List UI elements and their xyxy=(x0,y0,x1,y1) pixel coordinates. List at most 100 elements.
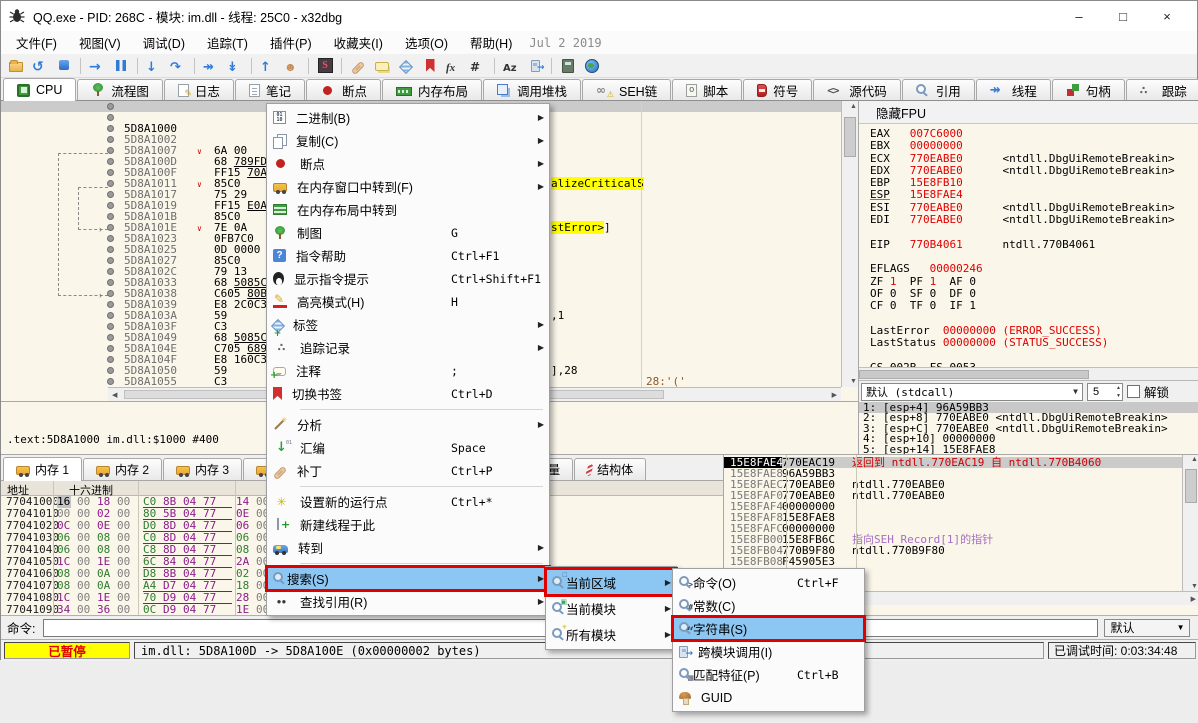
register-line[interactable]: LastStatus 00000000 (STATUS_SUCCESS) xyxy=(870,337,1195,349)
breakpoint-dot-icon[interactable] xyxy=(107,257,114,264)
menu-item[interactable]: 制图 G xyxy=(267,221,549,244)
scroll-left-icon[interactable]: ◀ xyxy=(108,391,121,399)
menu-item[interactable]: 标签 ▶ xyxy=(267,313,549,336)
toolbar-button[interactable] xyxy=(442,55,466,77)
register-line[interactable]: EBX 00000000 xyxy=(870,140,1195,152)
toolbar-button[interactable] xyxy=(466,55,490,77)
breakpoint-dot-icon[interactable] xyxy=(107,290,114,297)
scrollbar-thumb[interactable] xyxy=(844,117,856,157)
toolbar-button[interactable] xyxy=(346,55,370,77)
arguments-panel[interactable]: 1: [esp+4] 96A59BB32: [esp+8] 770EABE0 <… xyxy=(859,402,1198,454)
toolbar-button[interactable] xyxy=(370,55,394,77)
register-line[interactable]: ESP 15E8FAE4 xyxy=(870,189,1195,201)
register-line[interactable] xyxy=(870,251,1195,263)
menu-item[interactable]: 命令(O) Ctrl+F xyxy=(673,571,864,594)
stack-row[interactable]: 15E8FB08 F45905E3 xyxy=(724,556,1182,567)
menu-item[interactable]: 当前区域 ▶ xyxy=(546,569,676,595)
view-tab[interactable]: 符号 xyxy=(743,79,812,100)
menu-item[interactable]: 在内存窗口中转到(F) ▶ xyxy=(267,175,549,198)
register-line[interactable]: ECX 770EABE0 <ntdll.DbgUiRemoteBreakin> xyxy=(870,153,1195,165)
toolbar-button[interactable] xyxy=(85,55,109,77)
register-line[interactable]: EBP 15E8FB10 xyxy=(870,177,1195,189)
breakpoint-dot-icon[interactable] xyxy=(107,191,114,198)
breakpoint-dot-icon[interactable] xyxy=(107,235,114,242)
breakpoint-dot-icon[interactable] xyxy=(107,301,114,308)
breakpoint-dot-icon[interactable] xyxy=(107,169,114,176)
unlock-checkbox[interactable] xyxy=(1127,385,1140,398)
command-mode-select[interactable]: 默认▼ xyxy=(1104,619,1190,637)
menu[interactable]: 调试(D) xyxy=(132,31,196,54)
menu-item[interactable]: 设置新的运行点 Ctrl+* xyxy=(267,490,549,513)
scroll-right-icon[interactable]: ▶ xyxy=(828,391,841,399)
toolbar-button[interactable] xyxy=(313,55,337,77)
spinner-arrows-icon[interactable]: ▲▼ xyxy=(1116,384,1121,400)
register-line[interactable] xyxy=(870,226,1195,238)
breakpoint-dot-icon[interactable] xyxy=(107,202,114,209)
argument-row[interactable]: 5: [esp+14] 15E8FAE8 xyxy=(859,445,1198,454)
view-tab[interactable]: 线程 xyxy=(976,79,1051,100)
menu-item[interactable]: 常数(C) xyxy=(673,594,864,617)
argument-count-stepper[interactable]: 5▲▼ xyxy=(1087,383,1123,401)
toolbar-button[interactable] xyxy=(223,55,247,77)
toolbar-button[interactable] xyxy=(166,55,190,77)
maximize-button[interactable]: □ xyxy=(1101,2,1145,30)
menu-item[interactable]: 显示指令提示 Ctrl+Shift+F1 xyxy=(267,267,549,290)
breakpoint-dot-icon[interactable] xyxy=(107,246,114,253)
toolbar-button[interactable] xyxy=(142,55,166,77)
breakpoint-dot-icon[interactable] xyxy=(107,367,114,374)
view-tab[interactable]: 流程图 xyxy=(77,79,163,100)
register-line[interactable]: LastError 00000000 (ERROR_SUCCESS) xyxy=(870,325,1195,337)
menu[interactable]: 文件(F) xyxy=(5,31,68,54)
menu-item[interactable]: 指令帮助 Ctrl+F1 xyxy=(267,244,549,267)
register-line[interactable]: EAX 007C6000 xyxy=(870,128,1195,140)
view-tab[interactable]: 断点 xyxy=(306,79,381,100)
menu-item[interactable] xyxy=(267,559,549,567)
menu[interactable]: 收藏夹(I) xyxy=(323,31,394,54)
toolbar-button[interactable] xyxy=(580,55,604,77)
breakpoint-dot-icon[interactable] xyxy=(107,180,114,187)
breakpoint-dot-icon[interactable] xyxy=(107,356,114,363)
calling-convention-select[interactable]: 默认 (stdcall)▼ xyxy=(861,383,1083,401)
menu-item[interactable] xyxy=(267,482,549,490)
menu[interactable]: 选项(O) xyxy=(394,31,459,54)
minimize-button[interactable]: – xyxy=(1057,2,1101,30)
menu[interactable]: 插件(P) xyxy=(259,31,323,54)
breakpoint-dot-icon[interactable] xyxy=(107,224,114,231)
dump-tab[interactable]: 内存 1 xyxy=(3,457,82,481)
register-line[interactable]: EFLAGS 00000246 xyxy=(870,263,1195,275)
menu-item[interactable] xyxy=(267,405,549,413)
view-tab[interactable]: CPU xyxy=(3,78,76,101)
breakpoint-dot-icon[interactable] xyxy=(107,312,114,319)
scroll-right-icon[interactable]: ▶ xyxy=(1187,595,1198,603)
toolbar-button[interactable] xyxy=(4,55,28,77)
menu[interactable]: 帮助(H) xyxy=(459,31,523,54)
menu-item[interactable]: 补丁 Ctrl+P xyxy=(267,459,549,482)
registers-panel[interactable]: 隐藏FPU EAX 007C6000 EBX 00000000 ECX 770E… xyxy=(858,101,1198,454)
breakpoint-dot-icon[interactable] xyxy=(107,136,114,143)
hide-fpu-button[interactable]: 隐藏FPU xyxy=(859,101,1198,124)
breakpoint-dot-icon[interactable] xyxy=(107,103,114,110)
disasm-vertical-scrollbar[interactable]: ▲ ▼ xyxy=(841,101,858,387)
toolbar-button[interactable] xyxy=(199,55,223,77)
view-tab[interactable]: 引用 xyxy=(902,79,975,100)
scrollbar-thumb[interactable] xyxy=(1185,469,1197,503)
menu-item[interactable]: 跨模块调用(I) xyxy=(673,640,864,663)
registers-horizontal-scrollbar[interactable] xyxy=(859,367,1198,380)
view-tab[interactable]: 笔记 xyxy=(235,79,305,100)
register-line[interactable]: OF 0 SF 0 DF 0 xyxy=(870,288,1195,300)
register-line[interactable] xyxy=(870,349,1195,361)
view-tab[interactable]: 跟踪 xyxy=(1126,79,1198,100)
menu-item[interactable]: 字符串(S) xyxy=(673,617,864,640)
menu-item[interactable]: 二进制(B) ▶ xyxy=(267,106,549,129)
toolbar-button[interactable] xyxy=(256,55,280,77)
scroll-down-icon[interactable]: ▼ xyxy=(1187,583,1198,590)
toolbar-button[interactable] xyxy=(418,55,442,77)
register-line[interactable]: EDX 770EABE0 <ntdll.DbgUiRemoteBreakin> xyxy=(870,165,1195,177)
breakpoint-dot-icon[interactable] xyxy=(107,334,114,341)
breakpoint-dot-icon[interactable] xyxy=(107,213,114,220)
menu-item[interactable]: 在内存布局中转到 xyxy=(267,198,549,221)
toolbar-button[interactable] xyxy=(109,55,133,77)
menu-item[interactable]: 所有模块 ▶ xyxy=(546,621,676,647)
register-line[interactable]: EDI 770EABE0 <ntdll.DbgUiRemoteBreakin> xyxy=(870,214,1195,226)
register-line[interactable]: ZF 1 PF 1 AF 0 xyxy=(870,276,1195,288)
